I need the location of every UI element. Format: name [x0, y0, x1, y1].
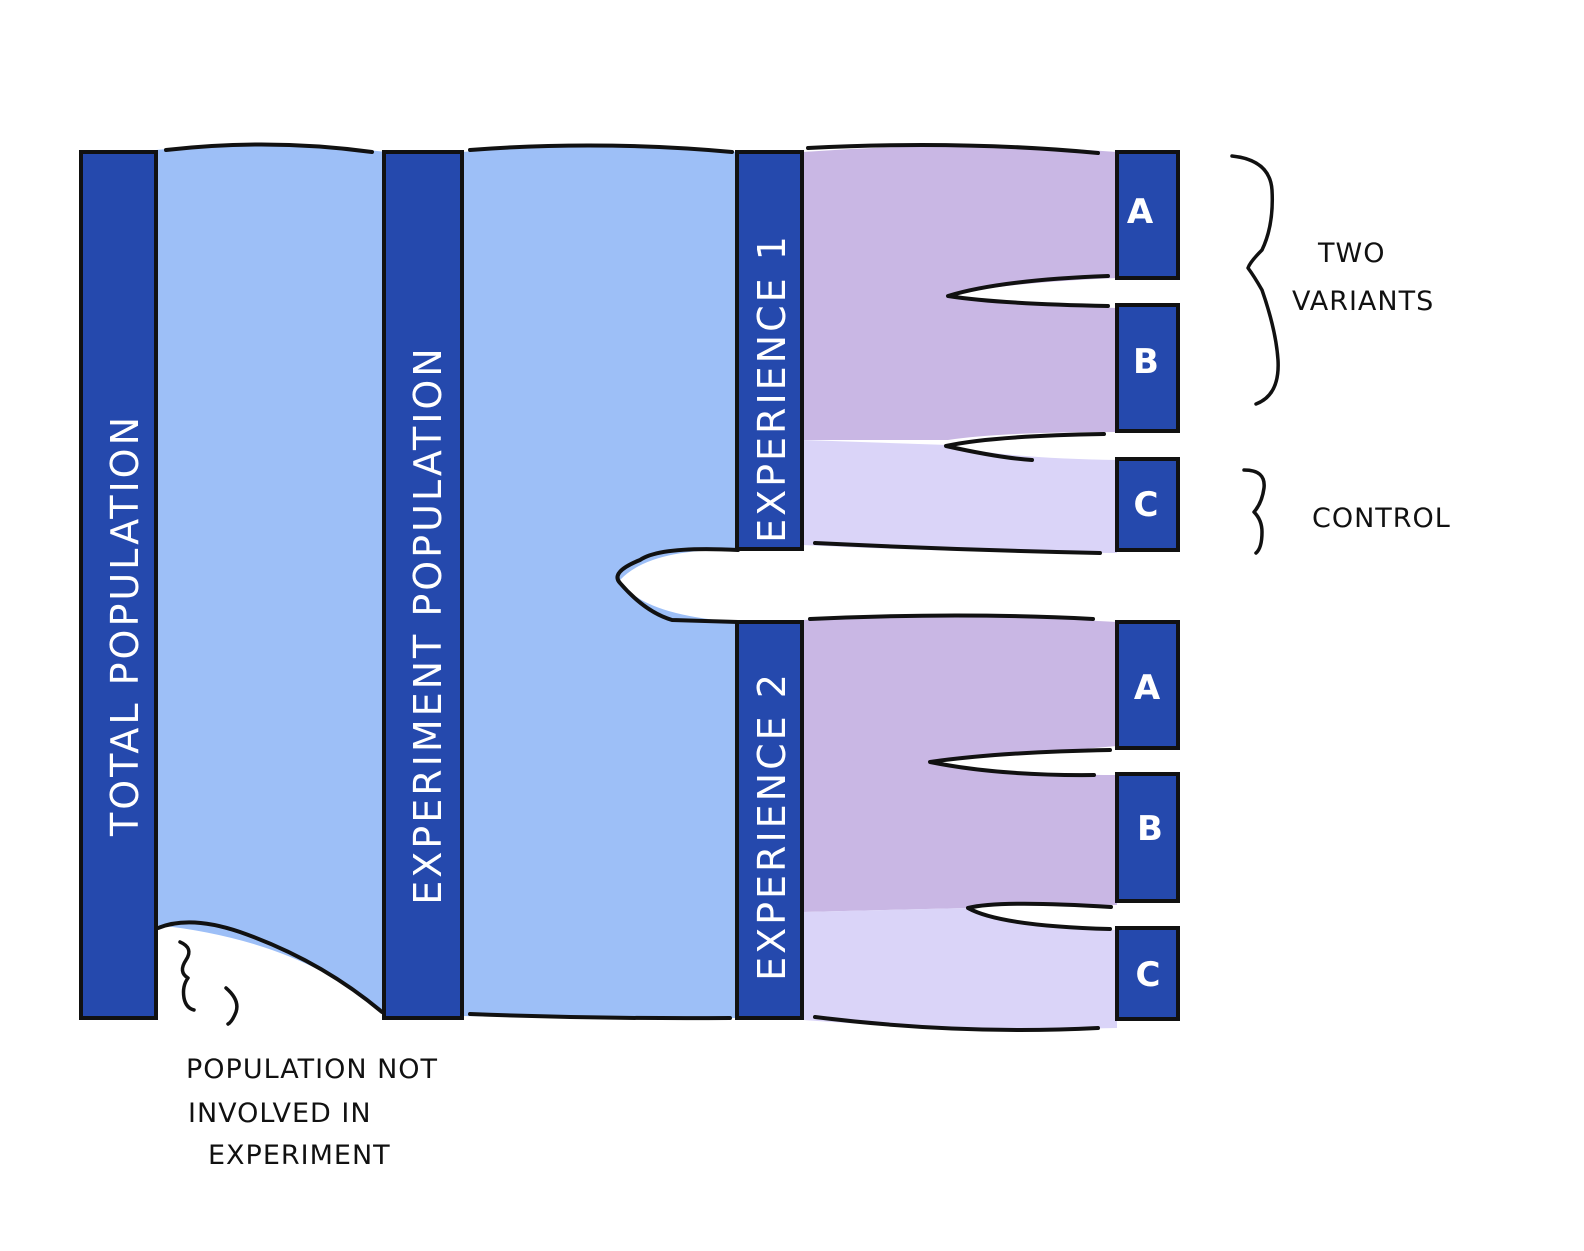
- flow-total-to-experiment: [156, 144, 386, 1015]
- flow-exp1-to-b: [803, 295, 1117, 440]
- flow-exp1-to-c: [803, 440, 1117, 553]
- not-involved-hook-icon: [224, 986, 239, 1026]
- exp1-variant-a-label: A: [1127, 192, 1154, 232]
- two-variants-brace-icon: [1230, 154, 1280, 406]
- flow-exp2-to-b: [803, 760, 1117, 912]
- exp2-variant-a-node: A: [1115, 620, 1180, 750]
- experience-1-label: EXPERIENCE 1: [750, 233, 794, 543]
- not-involved-line-1: POPULATION NOT: [186, 1054, 438, 1085]
- exp1-control-c-node: C: [1115, 457, 1180, 552]
- exp2-variant-b-node: B: [1115, 772, 1180, 903]
- exp1-variant-b-label: B: [1133, 342, 1159, 382]
- not-involved-line-2: INVOLVED IN: [188, 1098, 372, 1129]
- flow-experiment-to-experiences: [462, 147, 738, 1018]
- exp2-variant-a-label: A: [1134, 668, 1161, 708]
- experiment-population-node: EXPERIMENT POPULATION: [382, 150, 464, 1020]
- total-population-node: TOTAL POPULATION: [79, 150, 158, 1020]
- exp2-variant-b-label: B: [1137, 809, 1163, 849]
- flows: [156, 144, 1117, 1029]
- control-label: CONTROL: [1312, 503, 1451, 534]
- flow-exp2-to-a: [803, 616, 1117, 765]
- control-brace-icon: [1242, 468, 1266, 555]
- exp1-variant-b-node: B: [1115, 303, 1180, 433]
- experience-2-node: EXPERIENCE 2: [735, 620, 804, 1020]
- exp2-control-c-node: C: [1115, 926, 1180, 1021]
- experience-2-label: EXPERIENCE 2: [750, 671, 794, 981]
- two-variants-line-2: VARIANTS: [1292, 286, 1434, 317]
- sankey-diagram: TOTAL POPULATION EXPERIMENT POPULATION E…: [79, 142, 1451, 1171]
- exp2-control-c-label: C: [1136, 955, 1161, 995]
- not-involved-brace-icon: [178, 940, 196, 1012]
- exp1-control-c-label: C: [1134, 485, 1159, 525]
- exp1-variant-a-node: A: [1115, 150, 1180, 280]
- experiment-population-label: EXPERIMENT POPULATION: [406, 345, 450, 905]
- not-involved-line-3: EXPERIMENT: [208, 1140, 391, 1171]
- total-population-label: TOTAL POPULATION: [103, 414, 147, 837]
- two-variants-line-1: TWO: [1317, 238, 1385, 269]
- experience-1-node: EXPERIENCE 1: [735, 150, 804, 551]
